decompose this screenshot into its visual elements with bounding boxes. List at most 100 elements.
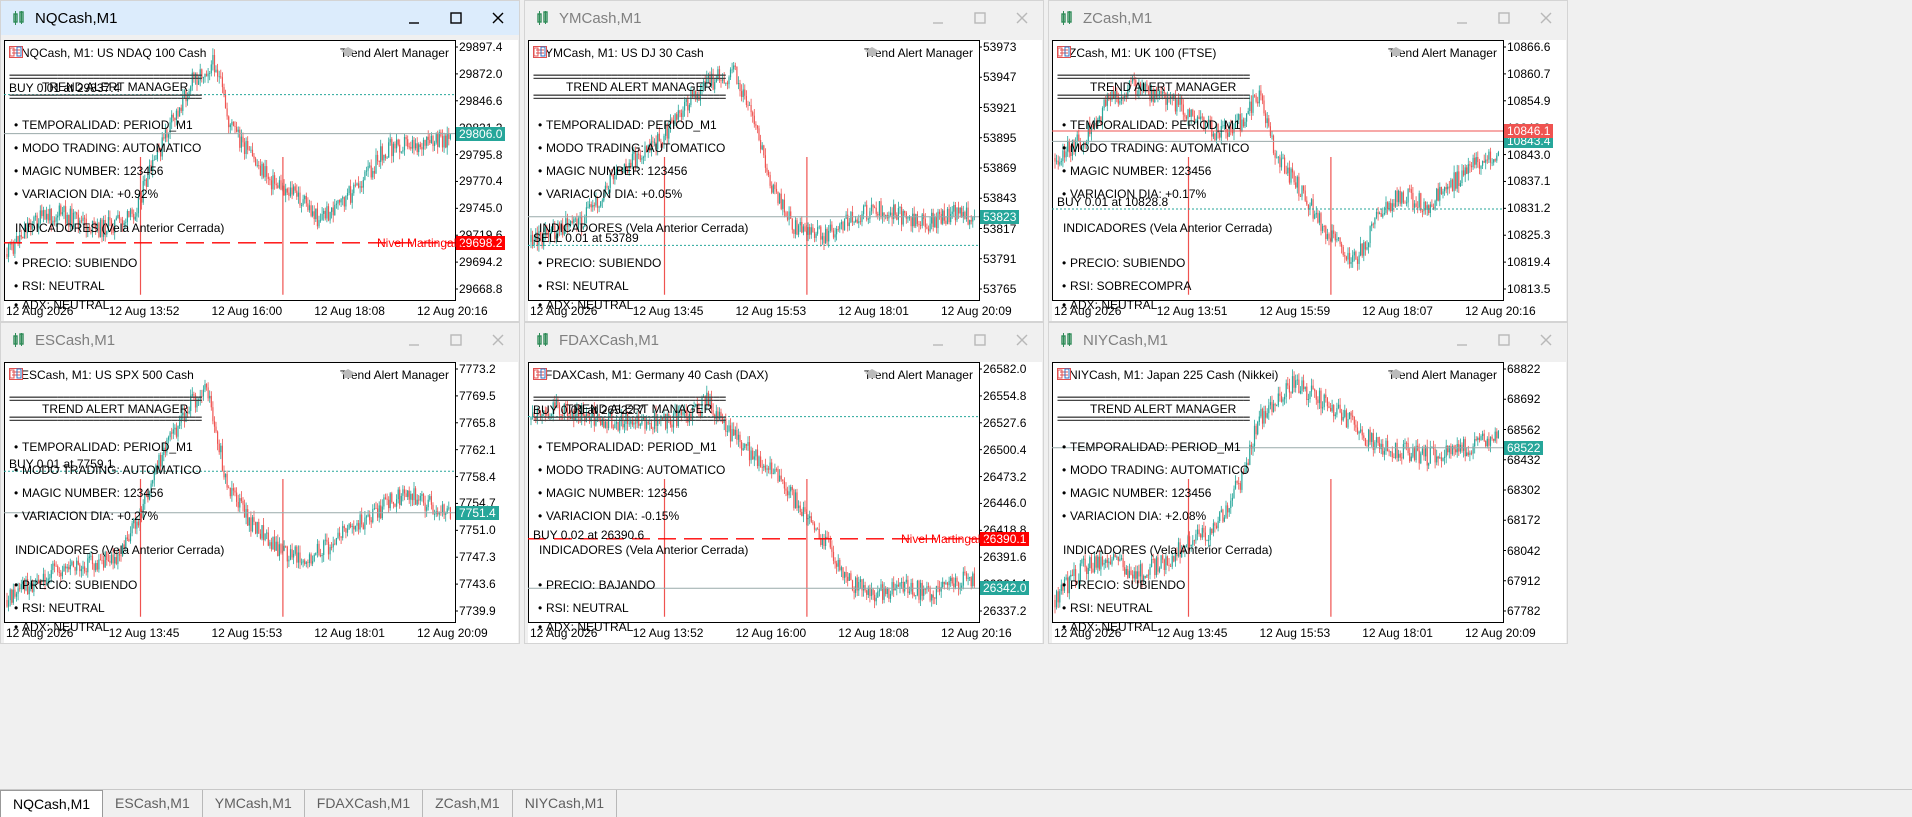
minimize-icon[interactable] — [917, 323, 959, 357]
price-chart[interactable]: 68822 68692 68562 68432 68302 68172 68042 67912… — [1052, 362, 1566, 643]
candle-body — [1398, 453, 1400, 458]
close-icon[interactable] — [1001, 323, 1043, 357]
window-titlebar[interactable]: FDAXCash,M1 — [525, 323, 1043, 357]
price-chart[interactable]: 26582.0 26554.8 26527.6 26500.4 26473.2 26446… — [528, 362, 1042, 643]
candle-body — [1352, 415, 1354, 417]
window-titlebar[interactable]: YMCash,M1 — [525, 1, 1043, 35]
candle-body — [1059, 591, 1061, 603]
candle-body — [939, 211, 941, 214]
panel-adx: ADX: NEUTRAL — [1070, 620, 1158, 634]
maximize-icon[interactable] — [959, 323, 1001, 357]
candle-body — [760, 140, 762, 150]
candle-body — [912, 213, 914, 227]
maximize-icon[interactable] — [1483, 1, 1525, 35]
chart-tab-zcash-m1[interactable]: ZCash,M1 — [423, 790, 513, 817]
panel-variacion: VARIACION DIA: +0.92% — [22, 187, 159, 201]
candle-body — [408, 146, 410, 148]
candle-body — [204, 73, 206, 78]
close-icon[interactable] — [1001, 1, 1043, 35]
candle-body — [348, 524, 350, 529]
candle-body — [1241, 119, 1243, 131]
candle-body — [413, 140, 415, 149]
candle-body — [229, 487, 231, 497]
candle-body — [1206, 540, 1208, 542]
price-chart[interactable]: 53973 53947 53921 53895 53869 53843 53817 53791… — [528, 40, 1042, 321]
candle-body — [346, 193, 349, 196]
minimize-icon[interactable] — [1441, 323, 1483, 357]
chart-tab-escash-m1[interactable]: ESCash,M1 — [103, 790, 203, 817]
maximize-icon[interactable] — [435, 323, 477, 357]
martingala-price-box: 26390.1 — [980, 531, 1030, 546]
chart-window-ymcash-m1[interactable]: YMCash,M1 53973 53947 53921 53895 53869 53843 5… — [524, 0, 1044, 322]
candle-body — [384, 154, 387, 159]
minimize-icon[interactable] — [393, 1, 435, 35]
candle-body — [370, 165, 372, 178]
candle-body — [970, 220, 972, 222]
panel-modo: MODO TRADING: AUTOMATICO — [546, 463, 726, 477]
panel-bullet: • — [1062, 141, 1067, 155]
maximize-icon[interactable] — [959, 1, 1001, 35]
chart-window-icon — [535, 10, 551, 26]
chart-window-fdaxcash-m1[interactable]: FDAXCash,M1 26582.0 26554.8 26527.6 26500.4 2… — [524, 322, 1044, 644]
candle-body — [202, 389, 204, 397]
chart-window-escash-m1[interactable]: ESCash,M1 7773.2 7769.5 7765.8 7762.1 7758.4 7… — [0, 322, 520, 644]
candle-body — [258, 522, 260, 534]
close-icon[interactable] — [1525, 323, 1567, 357]
candle-body — [242, 500, 244, 505]
chart-tab-fdaxcash-m1[interactable]: FDAXCash,M1 — [305, 790, 424, 817]
candle-body — [1128, 570, 1130, 578]
window-titlebar[interactable]: ZCash,M1 — [1049, 1, 1567, 35]
candle-body — [1375, 437, 1378, 443]
candle-body — [1366, 247, 1368, 250]
panel-bullet: • — [1062, 118, 1067, 132]
candle-body — [728, 77, 730, 85]
close-icon[interactable] — [1525, 1, 1567, 35]
bid-price-box: 68522 — [1504, 440, 1544, 455]
price-chart[interactable]: 10866.610860.710854.910848.910843.010837… — [1052, 40, 1566, 321]
candle-body — [6, 254, 8, 257]
candle-body — [913, 213, 915, 227]
minimize-icon[interactable] — [393, 323, 435, 357]
panel-bullet: • — [14, 578, 19, 592]
panel-magic: MAGIC NUMBER: 123456 — [546, 486, 688, 500]
panel-bullet: • — [1062, 440, 1067, 454]
candle-body — [201, 69, 203, 79]
window-titlebar[interactable]: ESCash,M1 — [1, 323, 519, 357]
candle-body — [1238, 483, 1240, 484]
candle-body — [1394, 442, 1397, 458]
chart-tab-niycash-m1[interactable]: NIYCash,M1 — [513, 790, 618, 817]
candle-body — [815, 233, 817, 238]
candle-body — [1396, 190, 1398, 203]
candle-body — [240, 498, 242, 501]
price-chart[interactable]: 7773.2 7769.5 7765.8 7762.1 7758.4 7754.7 7751… — [4, 362, 518, 643]
candle-body — [1299, 196, 1302, 197]
candle-body — [1415, 203, 1417, 207]
close-icon[interactable] — [477, 1, 519, 35]
chart-tab-nqcash-m1[interactable]: NQCash,M1 — [0, 790, 104, 817]
chart-window-zcash-m1[interactable]: ZCash,M1 10866.610860.710854.910848.91084… — [1048, 0, 1568, 322]
candle-body — [747, 442, 749, 446]
candle-body — [1203, 527, 1205, 533]
maximize-icon[interactable] — [435, 1, 477, 35]
maximize-icon[interactable] — [1483, 323, 1525, 357]
minimize-icon[interactable] — [1441, 1, 1483, 35]
panel-temporalidad: TEMPORALIDAD: PERIOD_M1 — [1070, 440, 1241, 454]
candle-body — [1056, 591, 1058, 608]
candle-body — [310, 554, 312, 564]
close-icon[interactable] — [477, 323, 519, 357]
candle-body — [853, 590, 855, 593]
window-titlebar[interactable]: NQCash,M1 — [1, 1, 519, 35]
chart-tab-ymcash-m1[interactable]: YMCash,M1 — [203, 790, 305, 817]
candle-body — [397, 489, 399, 500]
price-chart[interactable]: 29897.429872.029846.629821.229795.829770… — [4, 40, 518, 321]
candle-body — [809, 516, 811, 518]
chart-header: ESCash, M1: US SPX 500 Cash — [9, 368, 194, 382]
candle-body — [65, 566, 67, 569]
candle-body — [1106, 559, 1108, 563]
expert-advisor-label: Trend Alert Manager — [864, 46, 978, 60]
chart-window-niycash-m1[interactable]: NIYCash,M1 68822 68692 68562 68432 68302 68172… — [1048, 322, 1568, 644]
chart-window-nqcash-m1[interactable]: NQCash,M1 29897.429872.029846.629821.2297… — [0, 0, 520, 322]
window-titlebar[interactable]: NIYCash,M1 — [1049, 323, 1567, 357]
minimize-icon[interactable] — [917, 1, 959, 35]
time-axis-label: 12 Aug 20:16 — [417, 304, 488, 318]
